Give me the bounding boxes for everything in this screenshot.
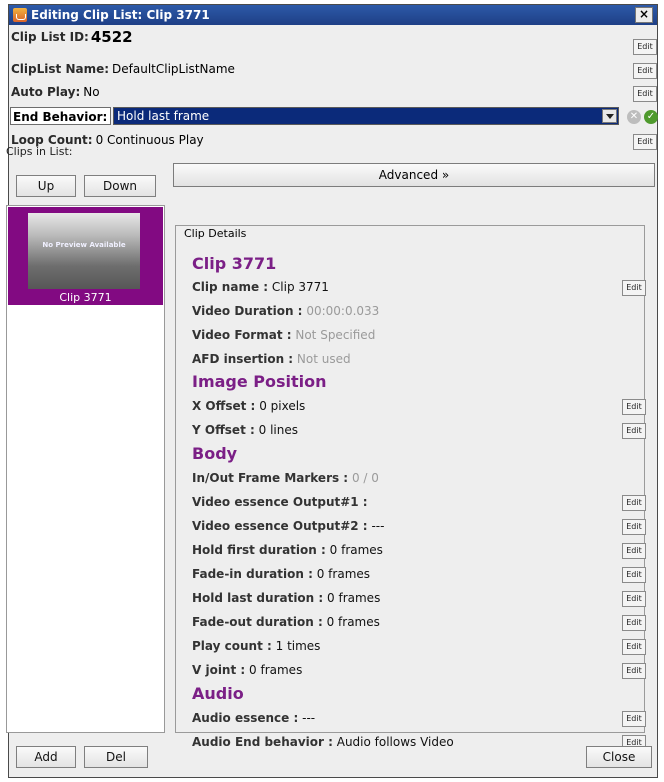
- audio-end-behavior-field: Audio End behavior : Audio follows Video: [192, 735, 454, 749]
- clip-details-legend: Clip Details: [183, 227, 248, 240]
- cliplist-name-value: DefaultClipListName: [112, 62, 235, 76]
- cliplist-name-row: ClipList Name: DefaultClipListName: [11, 59, 655, 79]
- down-button[interactable]: Down: [84, 175, 156, 197]
- fade-out-duration-field: Fade-out duration : 0 frames: [192, 615, 380, 629]
- section-body-heading: Body: [192, 444, 238, 463]
- clip-list-id-label: Clip List ID:: [11, 30, 89, 44]
- video-essence-output2-field: Video essence Output#2 : ---: [192, 519, 385, 533]
- add-button[interactable]: Add: [16, 746, 76, 768]
- confirm-check-icon[interactable]: ✓: [644, 110, 658, 124]
- x-offset-field: X Offset : 0 pixels: [192, 399, 306, 413]
- edit-clip-name-button[interactable]: Edit: [622, 280, 646, 296]
- edit-video-essence-output2-button[interactable]: Edit: [622, 519, 646, 535]
- cliplist-name-label: ClipList Name:: [11, 62, 110, 76]
- auto-play-value: No: [83, 85, 100, 99]
- edit-x-offset-button[interactable]: Edit: [622, 399, 646, 415]
- edit-play-count-button[interactable]: Edit: [622, 639, 646, 655]
- edit-y-offset-button[interactable]: Edit: [622, 423, 646, 439]
- section-clip-heading: Clip 3771: [192, 254, 277, 273]
- section-audio-heading: Audio: [192, 684, 244, 703]
- advanced-button[interactable]: Advanced »: [173, 163, 655, 187]
- video-essence-output1-field: Video essence Output#1 :: [192, 495, 368, 509]
- edit-auto-play-button[interactable]: Edit: [633, 86, 657, 102]
- up-button[interactable]: Up: [16, 175, 76, 197]
- play-count-field: Play count : 1 times: [192, 639, 321, 653]
- edit-video-essence-output1-button[interactable]: Edit: [622, 495, 646, 511]
- video-duration-field: Video Duration : 00:00:0.033: [192, 304, 380, 318]
- del-button[interactable]: Del: [84, 746, 148, 768]
- edit-hold-first-duration-button[interactable]: Edit: [622, 543, 646, 559]
- video-format-field: Video Format : Not Specified: [192, 328, 376, 342]
- clip-thumbnail: No Preview Available: [28, 213, 140, 289]
- fade-in-duration-field: Fade-in duration : 0 frames: [192, 567, 371, 581]
- clip-list-id-value: 4522: [90, 28, 133, 46]
- section-image-position-heading: Image Position: [192, 372, 327, 391]
- list-item[interactable]: No Preview Available Clip 3771: [8, 207, 163, 305]
- thumbnail-text: No Preview Available: [42, 241, 126, 249]
- afd-insertion-field: AFD insertion : Not used: [192, 352, 351, 366]
- frame-markers-field: In/Out Frame Markers : 0 / 0: [192, 471, 379, 485]
- dropdown-arrow-icon[interactable]: [602, 109, 617, 123]
- edit-hold-last-duration-button[interactable]: Edit: [622, 591, 646, 607]
- auto-play-row: Auto Play: No: [11, 82, 655, 102]
- clip-name-field: Clip name : Clip 3771: [192, 280, 329, 294]
- edit-clip-list-id-button[interactable]: Edit: [633, 39, 657, 55]
- v-joint-field: V joint : 0 frames: [192, 663, 303, 677]
- window-close-button[interactable]: ×: [635, 7, 653, 23]
- edit-cliplist-name-button[interactable]: Edit: [633, 63, 657, 79]
- hold-last-duration-field: Hold last duration : 0 frames: [192, 591, 381, 605]
- edit-v-joint-button[interactable]: Edit: [622, 663, 646, 679]
- clip-label: Clip 3771: [59, 291, 112, 304]
- hold-first-duration-field: Hold first duration : 0 frames: [192, 543, 383, 557]
- loop-count-value: 0 Continuous Play: [95, 133, 204, 147]
- edit-fade-out-duration-button[interactable]: Edit: [622, 615, 646, 631]
- close-button[interactable]: Close: [586, 746, 652, 768]
- end-behavior-row: End Behavior: Hold last frame ✕ ✓: [9, 106, 659, 128]
- edit-fade-in-duration-button[interactable]: Edit: [622, 567, 646, 583]
- end-behavior-label: End Behavior:: [10, 107, 111, 125]
- loop-count-row: Loop Count: 0 Continuous Play: [11, 130, 655, 150]
- clip-list-id-row: Clip List ID: 4522: [11, 27, 655, 47]
- y-offset-field: Y Offset : 0 lines: [192, 423, 298, 437]
- java-app-icon: [13, 8, 27, 22]
- auto-play-label: Auto Play:: [11, 85, 81, 99]
- edit-loop-count-button[interactable]: Edit: [633, 134, 657, 150]
- clip-list-panel[interactable]: No Preview Available Clip 3771: [6, 205, 165, 733]
- edit-audio-essence-button[interactable]: Edit: [622, 711, 646, 727]
- audio-essence-field: Audio essence : ---: [192, 711, 316, 725]
- clips-in-list-label: Clips in List:: [6, 145, 73, 158]
- end-behavior-selected-value: Hold last frame: [117, 109, 210, 123]
- title-bar[interactable]: Editing Clip List: Clip 3771 ×: [9, 5, 657, 25]
- cancel-icon[interactable]: ✕: [627, 110, 641, 124]
- advanced-button-label: Advanced »: [378, 168, 450, 182]
- window-title: Editing Clip List: Clip 3771: [31, 8, 210, 22]
- end-behavior-select[interactable]: Hold last frame: [113, 107, 619, 125]
